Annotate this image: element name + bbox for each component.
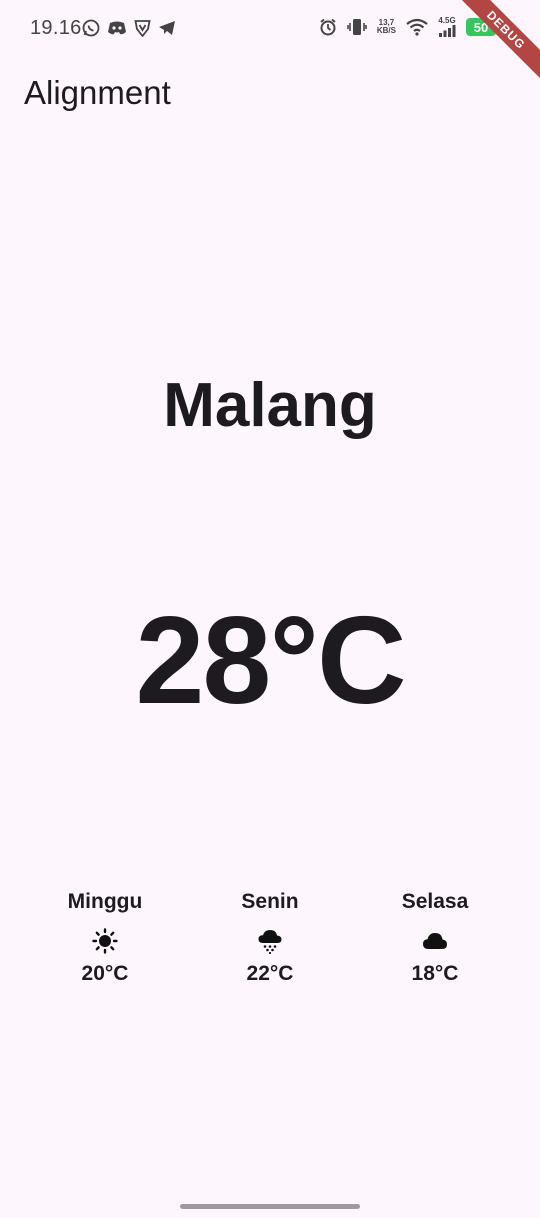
cellular-signal: 4.5G: [438, 17, 456, 37]
alarm-icon: [320, 18, 336, 36]
battery-indicator: 50: [466, 18, 496, 36]
forecast-temperature: 20°C: [81, 962, 129, 985]
network-type: 4.5G: [438, 16, 456, 25]
system-icons: 13,7 KB/S 4.5G 50: [319, 17, 496, 37]
forecast-temperature: 22°C: [246, 962, 294, 985]
status-bar: 19.16 13,7 KB/S 4.5G 50: [0, 0, 540, 58]
forecast-day: Senin 22°C: [210, 890, 330, 986]
vibrate-icon: [347, 19, 367, 35]
forecast-day-label: Minggu: [67, 890, 143, 913]
app-bar-title: Alignment: [24, 74, 171, 111]
forecast-day: Selasa 18°C: [375, 890, 495, 986]
network-speed: 13,7 KB/S: [377, 19, 396, 35]
forecast-temperature: 18°C: [411, 962, 459, 985]
whatsapp-icon: [82, 19, 100, 37]
cloud-icon: [423, 933, 447, 949]
home-indicator[interactable]: [180, 1204, 360, 1209]
snow-cloud-icon: [258, 930, 282, 954]
current-temperature: 28°C: [135, 592, 406, 730]
status-time: 19.16: [30, 17, 82, 39]
forecast-day-label: Selasa: [401, 890, 469, 913]
notification-icons: [82, 19, 176, 37]
sunny-icon: [92, 928, 118, 954]
forecast-row: Minggu 20°C Senin 22°C Selasa 18°C: [0, 890, 540, 986]
network-speed-unit: KB/S: [376, 26, 396, 35]
wifi-icon: [406, 18, 428, 36]
forecast-day-label: Senin: [241, 890, 299, 913]
city-name: Malang: [163, 371, 377, 440]
signal-bars-icon: [439, 25, 456, 37]
forecast-day: Minggu 20°C: [45, 890, 165, 986]
discord-icon: [108, 21, 126, 35]
vpn-shield-icon: [134, 20, 151, 37]
telegram-icon: [159, 21, 175, 35]
